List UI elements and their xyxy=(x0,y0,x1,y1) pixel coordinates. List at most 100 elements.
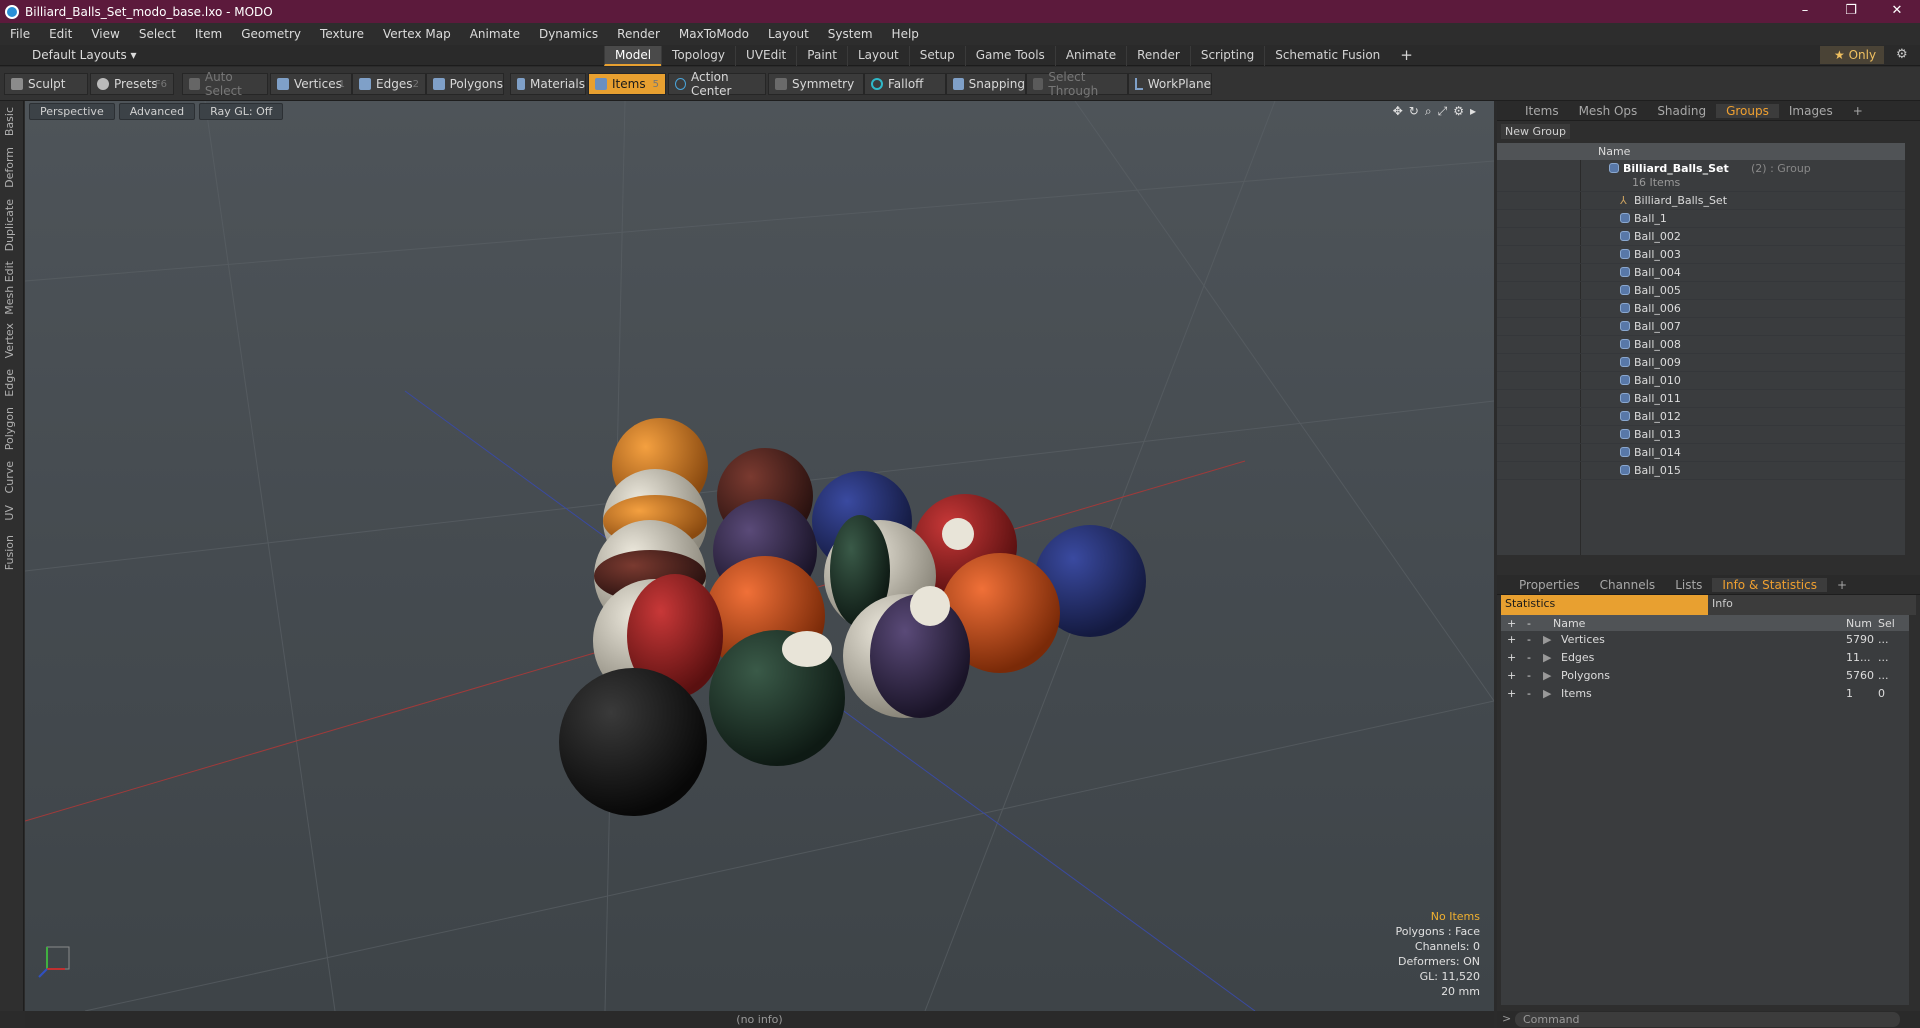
group-row[interactable]: Billiard_Balls_Set (2) : Group 16 Items xyxy=(1497,160,1905,192)
add-layout-tab-button[interactable]: + xyxy=(1390,46,1423,66)
list-item[interactable]: Ball_008 xyxy=(1497,336,1905,354)
menu-maxtomodo[interactable]: MaxToModo xyxy=(669,27,758,41)
select-through-button[interactable]: Select Through xyxy=(1026,70,1128,98)
falloff-button[interactable]: Falloff xyxy=(864,73,946,95)
expand-arrow-icon[interactable]: ▸ xyxy=(1470,104,1476,119)
tab-model[interactable]: Model xyxy=(604,46,662,66)
items-button[interactable]: Items 5 xyxy=(588,73,666,95)
menu-item[interactable]: Item xyxy=(185,27,231,41)
menu-edit[interactable]: Edit xyxy=(39,27,81,41)
menu-vertex-map[interactable]: Vertex Map xyxy=(373,27,460,41)
tab-layout[interactable]: Layout xyxy=(846,46,909,66)
maximize-button[interactable]: ❐ xyxy=(1828,0,1874,23)
menu-animate[interactable]: Animate xyxy=(460,27,529,41)
tab-properties[interactable]: Properties xyxy=(1509,578,1590,592)
menu-geometry[interactable]: Geometry xyxy=(231,27,310,41)
list-item[interactable]: Ball_004 xyxy=(1497,264,1905,282)
menu-view[interactable]: View xyxy=(81,27,128,41)
viewport-settings-icon[interactable]: ⚙ xyxy=(1453,104,1464,119)
left-tab-deform[interactable]: Deform xyxy=(3,147,16,188)
left-tab-polygon[interactable]: Polygon xyxy=(3,407,16,450)
raygl-toggle[interactable]: Ray GL: Off xyxy=(199,103,284,120)
list-item[interactable]: Ball_005 xyxy=(1497,282,1905,300)
tab-channels[interactable]: Channels xyxy=(1590,578,1666,592)
tab-items[interactable]: Items xyxy=(1515,104,1569,118)
table-row[interactable]: + - ▶ Items 1 0 xyxy=(1501,685,1909,703)
snapping-button[interactable]: Snapping xyxy=(946,73,1026,95)
new-group-button[interactable]: New Group xyxy=(1501,124,1570,139)
symmetry-button[interactable]: Symmetry xyxy=(768,73,864,95)
list-item[interactable]: Ball_009 xyxy=(1497,354,1905,372)
list-item[interactable]: Ball_012 xyxy=(1497,408,1905,426)
name-column-header[interactable]: Name xyxy=(1598,145,1630,158)
3d-viewport[interactable]: Perspective Advanced Ray GL: Off ✥ ↻ ⌕ ⤢… xyxy=(25,101,1494,1011)
list-item[interactable]: Ball_010 xyxy=(1497,372,1905,390)
left-tab-edge[interactable]: Edge xyxy=(3,369,16,397)
list-item[interactable]: Ball_003 xyxy=(1497,246,1905,264)
tab-scripting[interactable]: Scripting xyxy=(1189,46,1264,66)
expand-arrow-icon[interactable]: ▶ xyxy=(1543,687,1551,700)
table-row[interactable]: + - ▶ Polygons 5760... xyxy=(1501,667,1909,685)
table-row[interactable]: + - ▶ Vertices 5790... xyxy=(1501,631,1909,649)
expand-arrow-icon[interactable]: ▶ xyxy=(1543,669,1551,682)
tab-uvedit[interactable]: UVEdit xyxy=(735,46,796,66)
action-center-button[interactable]: Action Center xyxy=(668,70,766,98)
list-item[interactable]: Ball_014 xyxy=(1497,444,1905,462)
add-stats-tab-button[interactable]: + xyxy=(1827,578,1857,592)
workplane-button[interactable]: WorkPlane xyxy=(1128,73,1212,95)
command-input[interactable]: Command xyxy=(1515,1012,1900,1027)
add-panel-tab-button[interactable]: + xyxy=(1843,104,1873,118)
move-view-icon[interactable]: ✥ xyxy=(1393,104,1403,119)
view-mode-dropdown[interactable]: Perspective xyxy=(29,103,115,120)
shading-mode-dropdown[interactable]: Advanced xyxy=(118,103,196,120)
auto-select-button[interactable]: Auto Select xyxy=(182,70,268,98)
menu-system[interactable]: System xyxy=(818,27,882,41)
gear-icon[interactable]: ⚙ xyxy=(1896,47,1908,62)
materials-button[interactable]: Materials xyxy=(510,73,586,95)
edges-button[interactable]: Edges 2 xyxy=(352,73,426,95)
presets-button[interactable]: Presets F6 xyxy=(90,73,174,95)
info-subtab[interactable]: Info xyxy=(1708,595,1916,615)
tab-animate[interactable]: Animate xyxy=(1054,46,1126,66)
list-item[interactable]: Ball_002 xyxy=(1497,228,1905,246)
list-item[interactable]: Ball_006 xyxy=(1497,300,1905,318)
table-row[interactable]: + - ▶ Edges 11...... xyxy=(1501,649,1909,667)
default-layouts-dropdown[interactable]: Default Layouts ▾ xyxy=(8,48,137,62)
tab-groups[interactable]: Groups xyxy=(1716,103,1779,118)
expand-all-icon[interactable]: + xyxy=(1507,617,1516,630)
sculpt-button[interactable]: Sculpt xyxy=(4,73,88,95)
tab-topology[interactable]: Topology xyxy=(661,46,735,66)
left-tab-fusion[interactable]: Fusion xyxy=(3,535,16,570)
tab-setup[interactable]: Setup xyxy=(908,46,965,66)
list-item[interactable]: Ball_007 xyxy=(1497,318,1905,336)
expand-arrow-icon[interactable]: ▶ xyxy=(1543,651,1551,664)
left-tab-vertex[interactable]: Vertex xyxy=(3,323,16,358)
tab-schematic-fusion[interactable]: Schematic Fusion xyxy=(1264,46,1390,66)
tab-mesh-ops[interactable]: Mesh Ops xyxy=(1569,104,1648,118)
menu-render[interactable]: Render xyxy=(607,27,669,41)
left-tab-basic[interactable]: Basic xyxy=(3,107,16,136)
left-tab-mesh-edit[interactable]: Mesh Edit xyxy=(3,261,16,315)
fit-view-icon[interactable]: ⤢ xyxy=(1438,104,1448,119)
tab-info-statistics[interactable]: Info & Statistics xyxy=(1712,577,1827,592)
left-tab-curve[interactable]: Curve xyxy=(3,461,16,493)
tab-lists[interactable]: Lists xyxy=(1665,578,1712,592)
tab-images[interactable]: Images xyxy=(1779,104,1843,118)
tab-paint[interactable]: Paint xyxy=(796,46,847,66)
menu-help[interactable]: Help xyxy=(882,27,928,41)
locator-row[interactable]: ⅄ Billiard_Balls_Set xyxy=(1497,192,1905,210)
menu-file[interactable]: File xyxy=(0,27,39,41)
menu-dynamics[interactable]: Dynamics xyxy=(529,27,607,41)
left-tab-uv[interactable]: UV xyxy=(3,505,16,521)
menu-select[interactable]: Select xyxy=(129,27,185,41)
list-item[interactable]: Ball_013 xyxy=(1497,426,1905,444)
vertices-button[interactable]: Vertices 1 xyxy=(270,73,352,95)
menu-layout[interactable]: Layout xyxy=(758,27,818,41)
list-item[interactable]: Ball_015 xyxy=(1497,462,1905,480)
close-button[interactable]: ✕ xyxy=(1874,0,1920,23)
menu-texture[interactable]: Texture xyxy=(310,27,373,41)
tab-game-tools[interactable]: Game Tools xyxy=(964,46,1055,66)
list-item[interactable]: Ball_1 xyxy=(1497,210,1905,228)
tab-render[interactable]: Render xyxy=(1126,46,1190,66)
minimize-button[interactable]: – xyxy=(1782,0,1828,23)
